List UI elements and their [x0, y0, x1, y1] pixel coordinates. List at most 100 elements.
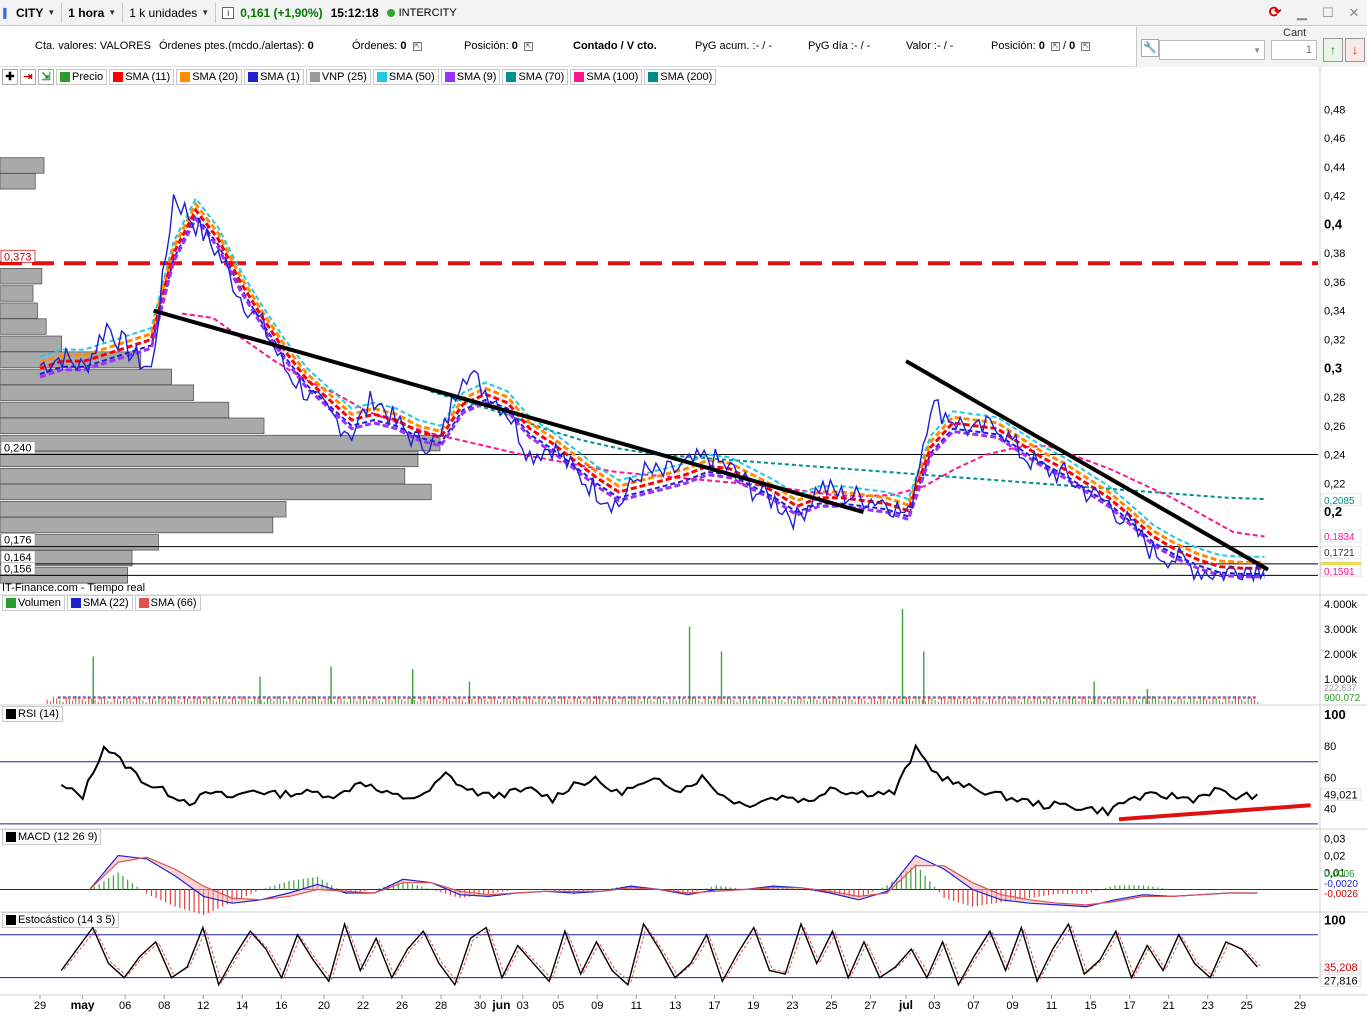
symbol-label: CITY: [16, 5, 44, 20]
volume-profile-bar: [0, 368, 173, 386]
x-axis-tick: 25: [825, 1000, 837, 1012]
window-controls: ⟳ ▁ ☐ ✕: [1265, 3, 1363, 23]
volume-profile-bar: [0, 483, 432, 501]
last-price: 0,161 (+1,90%): [240, 5, 323, 20]
top-toolbar: ▐ CITY ▼ 1 hora ▼ 1 k unidades ▼ i 0,161…: [0, 0, 1367, 26]
ordenes-pendientes: Órdenes ptes.(mcdo./alertas): 0: [159, 40, 314, 52]
info-icon[interactable]: i: [222, 6, 235, 19]
volume-profile-bar: [0, 302, 38, 319]
x-axis-tick: 23: [1202, 1000, 1214, 1012]
price-axis-tick: 0,4: [1324, 216, 1343, 231]
volume-profile-bar: [0, 157, 45, 174]
close-icon[interactable]: ✕: [1345, 4, 1363, 22]
price-axis-tick: 0,32: [1324, 335, 1345, 347]
x-axis-tick: 27: [864, 1000, 876, 1012]
price-axis-tick: 0,44: [1324, 162, 1345, 174]
x-axis-tick: 03: [517, 1000, 529, 1012]
chevron-down-icon: ▼: [108, 8, 117, 17]
stochastic-right-label: 27,816: [1324, 976, 1358, 988]
macd-signal-line: [89, 856, 1258, 906]
units-selector[interactable]: 1 k unidades ▼: [123, 2, 217, 23]
rsi-axis-tick: 80: [1324, 741, 1336, 753]
x-axis-tick: 13: [669, 1000, 681, 1012]
price-axis-tick: 0,24: [1324, 450, 1345, 462]
x-axis-tick: 17: [1124, 1000, 1136, 1012]
open-window-icon[interactable]: ⇱: [412, 41, 422, 51]
buy-arrow-icon[interactable]: ↑: [1323, 38, 1343, 62]
cta-valores: Cta. valores: VALORES: [35, 40, 151, 52]
x-axis-tick: 07: [967, 1000, 979, 1012]
x-axis-tick: 25: [1241, 1000, 1253, 1012]
price-axis-tick: 0,42: [1324, 191, 1345, 203]
volume-profile-bar: [0, 467, 406, 485]
price-right-label: 0,2085: [1324, 496, 1355, 507]
sell-arrow-icon[interactable]: ↓: [1345, 38, 1365, 62]
price-axis-tick: 0,46: [1324, 133, 1345, 145]
volume-profile-bar: [0, 173, 36, 190]
level-label: 0,240: [4, 443, 32, 455]
order-panel: 🔧 ▼ Cant 1 ↑ ↓: [1136, 27, 1367, 67]
resistance-label: 0,373: [4, 251, 32, 263]
timeframe-selector[interactable]: 1 hora ▼: [62, 2, 124, 23]
macd-axis-tick: 0,02: [1324, 850, 1345, 862]
posicion[interactable]: Posición: 0 ⇱: [464, 40, 533, 52]
account-summary-bar: Cta. valores: VALORES Órdenes ptes.(mcdo…: [0, 27, 1135, 67]
x-axis-tick: 11: [1046, 1000, 1057, 1012]
timeframe-label: 1 hora: [68, 5, 105, 20]
x-axis-tick: jun: [491, 998, 510, 1012]
x-axis-tick: 03: [928, 1000, 940, 1012]
macd-right-label: -0,0026: [1324, 889, 1358, 900]
volume-profile-bar: [0, 384, 195, 401]
posicion-total-value-2: 0: [1069, 40, 1076, 52]
open-window-icon[interactable]: ⇱: [1050, 41, 1060, 51]
chevron-down-icon: ▼: [201, 8, 210, 17]
rsi-right-label: 49,021: [1324, 789, 1358, 801]
x-axis-tick: 09: [1006, 1000, 1018, 1012]
price-right-label: 0,1834: [1324, 532, 1355, 543]
x-axis-tick: 05: [552, 1000, 564, 1012]
rsi-axis-tick: 60: [1324, 772, 1336, 784]
ordenes[interactable]: Órdenes: 0 ⇱: [352, 40, 422, 52]
quantity-input[interactable]: 1: [1271, 40, 1317, 60]
pyg-acumulado: PyG acum. :- / -: [695, 40, 773, 52]
x-axis-tick: 11: [631, 1000, 642, 1012]
maximize-icon[interactable]: ☐: [1319, 4, 1337, 22]
open-window-icon[interactable]: ⇱: [1081, 41, 1091, 51]
price-right-label: 0,1591: [1324, 567, 1355, 578]
x-axis-tick: 19: [747, 1000, 759, 1012]
x-axis-tick: 08: [158, 1000, 170, 1012]
macd-axis-tick: 0,03: [1324, 833, 1345, 845]
quantity-label: Cant: [1283, 27, 1307, 39]
chevron-down-icon: ▼: [47, 8, 56, 17]
x-axis-tick: 14: [236, 1000, 248, 1012]
minimize-icon[interactable]: ▁: [1293, 4, 1311, 22]
volume-profile-bar: [0, 450, 419, 468]
price-axis-tick: 0,28: [1324, 392, 1345, 404]
volume-profile-bar: [0, 417, 265, 434]
x-axis-tick: 29: [1294, 1000, 1306, 1012]
market-name: INTERCITY: [398, 6, 457, 19]
posicion-value: 0: [511, 40, 518, 52]
stochastic-axis-tick: 100: [1324, 912, 1346, 927]
order-type-select[interactable]: ▼: [1159, 40, 1265, 60]
contado-vcto: Contado / V cto.: [573, 40, 657, 52]
x-axis-tick: may: [71, 998, 95, 1012]
refresh-icon[interactable]: ⟳: [1265, 3, 1285, 23]
open-window-icon[interactable]: ⇱: [523, 41, 533, 51]
x-axis-tick: 06: [119, 1000, 131, 1012]
price-axis-tick: 0,34: [1324, 306, 1345, 318]
symbol-selector[interactable]: CITY ▼: [10, 2, 63, 23]
chart-area[interactable]: 0,240 0,176 0,1640,156 0,373 0,48 0,46 0,44 0,4…: [0, 67, 1367, 1019]
volume-profile-bar: [0, 434, 441, 452]
price-axis-tick: 0,3: [1324, 360, 1342, 375]
app-logo-icon: ▐: [0, 7, 7, 18]
x-axis-tick: 29: [34, 1000, 46, 1012]
level-label: 0,164: [4, 552, 32, 564]
posicion-total[interactable]: Posición: 0 ⇱ / 0 ⇱: [991, 40, 1091, 52]
chevron-down-icon: ▼: [1253, 46, 1261, 55]
wrench-icon[interactable]: 🔧: [1141, 39, 1159, 57]
x-axis-tick: 28: [435, 1000, 447, 1012]
live-status-dot: [386, 8, 395, 17]
rsi-line: [60, 743, 1259, 817]
x-axis-tick: 09: [591, 1000, 603, 1012]
